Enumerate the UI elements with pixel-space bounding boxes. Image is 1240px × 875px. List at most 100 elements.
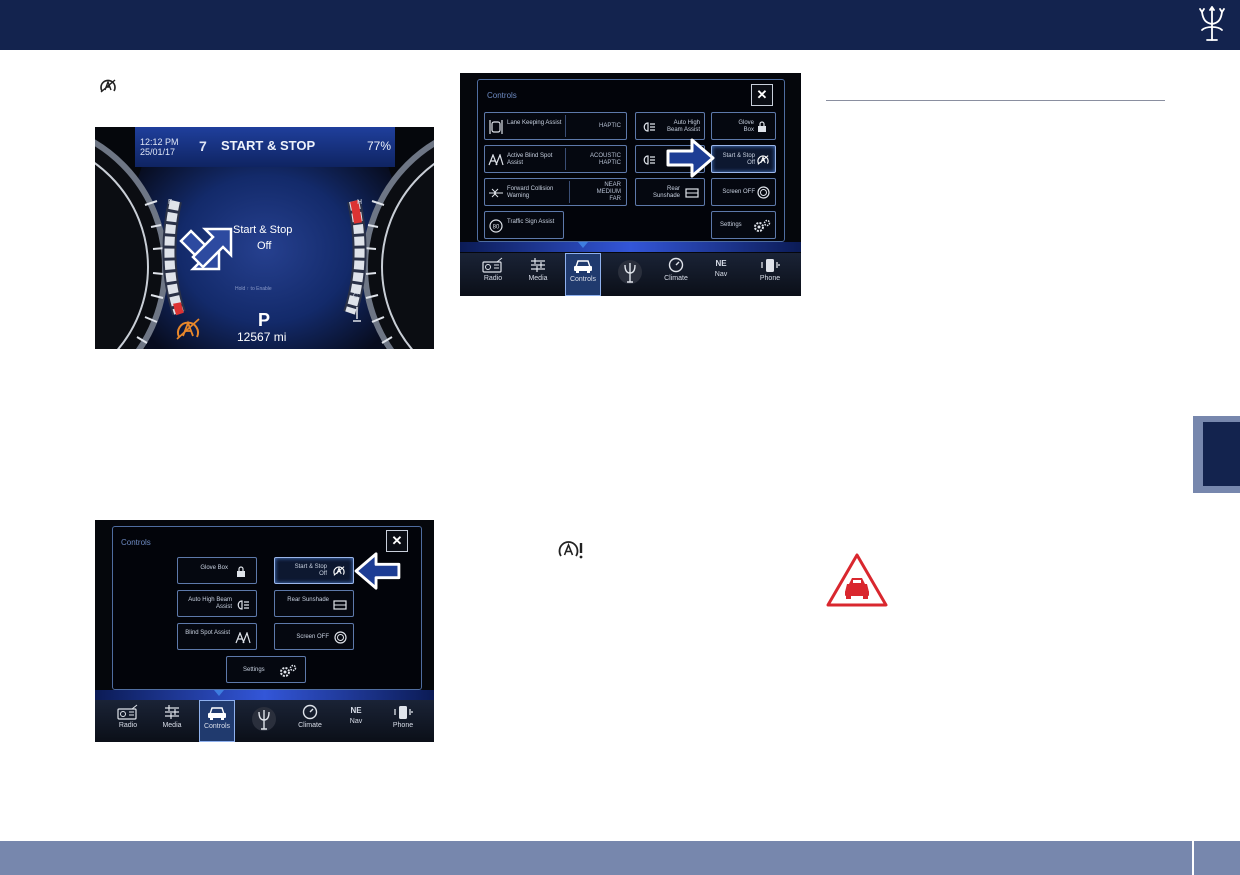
cluster-message-line1: Start & Stop [233, 224, 293, 236]
sunshade-icon [685, 188, 699, 198]
start-stop-button[interactable]: Start & Stop Off [711, 145, 776, 173]
car-icon [208, 707, 226, 720]
vehicle-warning-icon [825, 552, 889, 608]
lock-icon [237, 566, 245, 577]
nav-media[interactable]: Media [520, 253, 556, 296]
rear-sunshade-button[interactable]: Rear Sunshade [635, 178, 705, 206]
nav-home[interactable] [615, 253, 645, 296]
nav-radio-label: Radio [118, 722, 138, 729]
trident-icon [618, 260, 642, 284]
screen-off-button[interactable]: Screen OFF [711, 178, 776, 206]
settings-label: Settings [243, 667, 265, 673]
auto-high-beam-button[interactable]: Auto High Beam Assist [177, 590, 257, 617]
nav-phone[interactable]: Phone [385, 700, 421, 742]
nav-controls[interactable]: Controls [565, 253, 601, 296]
svg-text:80: 80 [493, 225, 500, 231]
lane-keeping-label: Lane Keeping Assist [507, 120, 562, 126]
nav-nav-label: Nav [714, 271, 728, 278]
traffic-sign-label: Traffic Sign Assist [507, 219, 555, 225]
lane-keeping-icon [489, 120, 503, 134]
nav-nav-label: Nav [349, 718, 363, 725]
glove-box-label: Glove Box [738, 120, 754, 133]
gear-icon [280, 664, 297, 677]
nav-controls[interactable]: Controls [199, 700, 235, 742]
temp-gauge-cold: C [353, 293, 359, 300]
footer-divider [1192, 841, 1194, 875]
forward-collision-button[interactable]: Forward Collision Warning NEAR MEDIUM FA… [484, 178, 627, 206]
cluster-hint: Hold ↑ to Enable [235, 286, 272, 292]
start-stop-button[interactable]: Start & Stop Off [274, 557, 354, 584]
start-stop-label: Start & Stop [294, 564, 327, 570]
header-bar [0, 0, 1240, 50]
compass-badge: NE [715, 259, 727, 268]
nav-climate[interactable]: Climate [658, 253, 694, 296]
nav-media-label: Media [528, 275, 548, 282]
auto-high-beam-label: Auto High Beam Assist [188, 597, 232, 610]
sunshade-icon [333, 600, 347, 610]
pointer-arrow-icon [666, 138, 715, 178]
car-icon [574, 260, 592, 273]
settings-label: Settings [720, 222, 742, 228]
nav-radio-label: Radio [483, 275, 503, 282]
compass-badge: NE [350, 706, 362, 715]
auto-high-beam-button[interactable]: Auto High Beam Assist [635, 112, 705, 140]
cluster-header-title: START & STOP [221, 138, 316, 153]
bottom-nav: Radio Media Controls Climate NE Nav Phon… [95, 700, 434, 742]
power-icon [334, 631, 347, 644]
controls-title: Controls [121, 538, 151, 547]
fog-light-icon [643, 155, 655, 165]
nav-radio[interactable]: Radio [110, 700, 146, 742]
settings-button[interactable]: Settings [226, 656, 306, 683]
nav-nav[interactable]: NE Nav [706, 253, 736, 296]
traffic-sign-icon: 80 [489, 219, 503, 233]
nav-radio[interactable]: Radio [475, 253, 511, 296]
cluster-date: 25/01/17 [140, 147, 176, 157]
phone-icon [761, 259, 780, 272]
nav-climate[interactable]: Climate [292, 700, 328, 742]
cluster-message-line2: Off [257, 240, 272, 252]
settings-button[interactable]: Settings [711, 211, 776, 239]
nav-climate-label: Climate [664, 275, 688, 282]
manual-page: 12:12 PM 25/01/17 7 START & STOP 77% Sta… [0, 0, 1240, 875]
close-button[interactable]: ✕ [751, 84, 773, 106]
nav-nav[interactable]: NE Nav [341, 700, 371, 742]
pointer-arrow-icon [354, 552, 401, 590]
blind-spot-button[interactable]: Blind Spot Assist [177, 623, 257, 650]
nav-media[interactable]: Media [154, 700, 190, 742]
nav-home[interactable] [249, 700, 279, 742]
rear-sunshade-label: Rear Sunshade [652, 186, 680, 199]
lane-keeping-value: HAPTIC [598, 123, 621, 129]
rear-sunshade-button[interactable]: Rear Sunshade [274, 590, 354, 617]
active-blind-spot-button[interactable]: Active Blind Spot Assist ACOUSTIC HAPTIC [484, 145, 627, 173]
temp-gauge-hot: H [357, 199, 363, 206]
start-stop-label: Start & Stop [722, 153, 755, 159]
high-beam-icon [643, 122, 655, 132]
traffic-sign-button[interactable]: 80 Traffic Sign Assist [484, 211, 564, 239]
nav-controls-label: Controls [203, 723, 231, 730]
media-icon [165, 705, 179, 719]
lane-keeping-button[interactable]: Lane Keeping Assist HAPTIC [484, 112, 627, 140]
screen-off-label: Screen OFF [296, 634, 329, 640]
nav-controls-label: Controls [569, 276, 597, 283]
radio-icon [117, 704, 138, 720]
forward-collision-label: Forward Collision Warning [507, 186, 554, 199]
radio-icon [482, 257, 503, 273]
chapter-tab-marker [1203, 422, 1240, 486]
glove-box-button[interactable]: Glove Box [177, 557, 257, 584]
screen-off-label: Screen OFF [722, 189, 755, 195]
bottom-nav: Radio Media Controls Climate NE Nav Phon… [460, 253, 801, 296]
glove-box-button[interactable]: Glove Box [711, 112, 776, 140]
climate-icon [302, 704, 318, 720]
lock-icon [758, 121, 766, 132]
screen-off-button[interactable]: Screen OFF [274, 623, 354, 650]
nav-phone[interactable]: Phone [752, 253, 788, 296]
cluster-percent: 77% [367, 139, 392, 153]
climate-icon [668, 257, 684, 273]
nav-media-label: Media [162, 722, 182, 729]
start-stop-value: Off [319, 571, 327, 577]
auto-high-beam-label: Auto High Beam Assist [666, 120, 700, 133]
start-stop-off-icon [757, 155, 769, 165]
close-button[interactable]: ✕ [386, 530, 408, 552]
active-blind-spot-value: ACOUSTIC HAPTIC [589, 153, 621, 166]
nav-climate-label: Climate [298, 722, 322, 729]
